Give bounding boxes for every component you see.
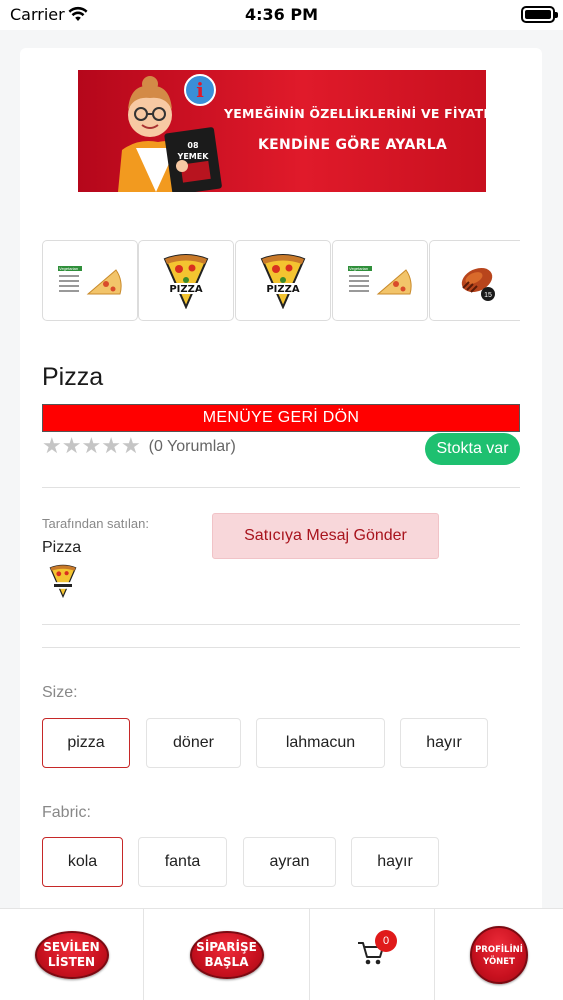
seller-caption: Tarafından satılan:: [42, 516, 149, 531]
svg-text:PIZZA: PIZZA: [169, 284, 203, 295]
image-thumbnail-strip[interactable]: Vegetarian PIZZA PIZZA Vegetarian 15: [42, 240, 520, 322]
banner-subheadline: KENDİNE GÖRE AYARLA: [258, 137, 448, 153]
star-icon: ★: [61, 434, 82, 459]
product-card: i 08 YEMEK YEMEĞİNİN ÖZELLİKLERİNİ VE Fİ…: [20, 48, 542, 928]
divider: [42, 647, 520, 648]
fabric-option-hayir[interactable]: hayır: [351, 837, 439, 887]
fabric-option-fanta[interactable]: fanta: [138, 837, 227, 887]
rating[interactable]: ★ ★ ★ ★ ★ (0 Yorumlar): [42, 436, 236, 458]
nav-cart[interactable]: 0: [310, 909, 434, 1000]
star-icon: ★: [81, 434, 102, 459]
size-option-lahmacun[interactable]: lahmacun: [256, 718, 385, 768]
cart-button[interactable]: 0: [357, 930, 397, 970]
seller-name[interactable]: Pizza: [42, 539, 81, 557]
size-label: Size:: [42, 684, 78, 701]
thumbnail-vegetarian-menu[interactable]: Vegetarian: [332, 240, 428, 321]
size-option-pizza[interactable]: pizza: [42, 718, 130, 768]
svg-text:PIZZA: PIZZA: [266, 284, 300, 295]
promo-banner[interactable]: i 08 YEMEK YEMEĞİNİN ÖZELLİKLERİNİ VE Fİ…: [78, 70, 486, 192]
thumbnail-vegetarian-menu[interactable]: Vegetarian: [42, 240, 138, 321]
start-order-button[interactable]: SİPARİŞE BAŞLA: [189, 931, 264, 979]
product-title: Pizza: [42, 363, 104, 391]
banner-headline: YEMEĞİNİN ÖZELLİKLERİNİ VE FİYATINI: [224, 106, 486, 121]
star-icon: ★: [101, 434, 121, 459]
star-icon: ★: [42, 434, 62, 459]
size-option-doner[interactable]: döner: [146, 718, 241, 768]
menu-board-label: 08 YEMEK: [177, 141, 209, 161]
clock: 4:36 PM: [244, 5, 318, 24]
divider: [42, 624, 520, 625]
battery-icon: [521, 6, 558, 23]
thumbnail-pizza-logo[interactable]: PIZZA: [235, 240, 331, 321]
thumbnail-pizza-logo[interactable]: PIZZA: [138, 240, 234, 321]
svg-text:Vegetarian: Vegetarian: [59, 266, 78, 271]
nav-start-order[interactable]: SİPARİŞE BAŞLA: [144, 909, 309, 1000]
bottom-navigation: SEVİLEN LİSTEN SİPARİŞE BAŞLA 0 PROFİLİN…: [0, 908, 563, 1000]
nav-profile[interactable]: PROFİLİNİ YÖNET: [435, 909, 563, 1000]
manage-profile-button[interactable]: PROFİLİNİ YÖNET: [470, 926, 528, 984]
status-bar: Carrier 4:36 PM: [0, 0, 563, 30]
star-icon: ★: [120, 434, 141, 459]
review-count[interactable]: (0 Yorumlar): [149, 438, 236, 456]
fabric-option-kola[interactable]: kola: [42, 837, 123, 887]
divider: [42, 487, 520, 488]
back-to-menu-button[interactable]: MENÜYE GERİ DÖN: [42, 404, 520, 432]
size-option-hayir[interactable]: hayır: [400, 718, 488, 768]
stock-status-badge: Stokta var: [425, 433, 520, 465]
thumbnail-grilled-food[interactable]: 15: [429, 240, 520, 321]
svg-text:Vegetarian: Vegetarian: [349, 266, 368, 271]
fabric-label: Fabric:: [42, 804, 91, 821]
nav-favorites[interactable]: SEVİLEN LİSTEN: [0, 909, 143, 1000]
svg-text:i: i: [196, 78, 204, 102]
fabric-option-ayran[interactable]: ayran: [243, 837, 336, 887]
message-seller-button[interactable]: Satıcıya Mesaj Gönder: [212, 513, 439, 559]
chef-illustration: i: [118, 74, 222, 192]
seller-logo[interactable]: [48, 564, 78, 599]
favorites-button[interactable]: SEVİLEN LİSTEN: [34, 931, 109, 979]
cart-count-badge: 0: [375, 930, 397, 952]
svg-text:15: 15: [484, 292, 492, 299]
